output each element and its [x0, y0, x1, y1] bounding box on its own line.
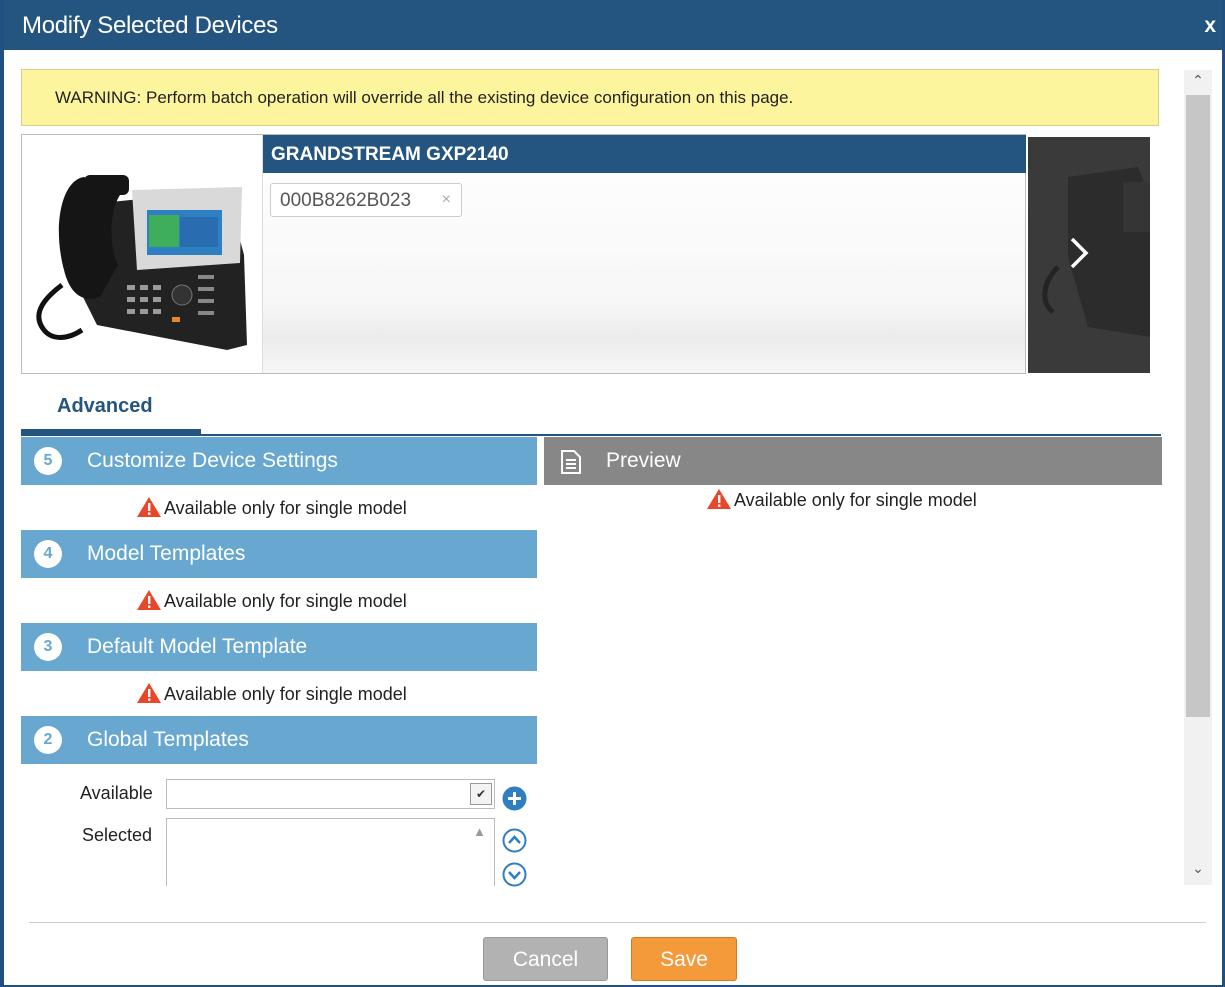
selected-label: Selected — [82, 825, 153, 845]
remove-tag-icon[interactable]: × — [442, 191, 451, 209]
document-icon — [561, 450, 581, 474]
notice-text: Available only for single model — [164, 684, 407, 704]
notice-text: Available only for single model — [734, 490, 977, 510]
device-card: GRANDSTREAM GXP2140 000B8262B023 × — [21, 134, 1026, 374]
warning-text: WARNING: Perform batch operation will ov… — [55, 88, 794, 107]
chevron-right-icon[interactable] — [1060, 233, 1100, 273]
tab-bar: Advanced — [21, 390, 1161, 436]
scroll-up-icon[interactable]: ⌃ — [1184, 72, 1212, 94]
cancel-button[interactable]: Cancel — [483, 937, 608, 981]
step-number: 4 — [34, 540, 62, 568]
close-icon[interactable]: x — [1204, 14, 1216, 38]
available-label: Available — [80, 783, 153, 803]
plus-circle-icon[interactable] — [502, 786, 527, 811]
dialog-titlebar: Modify Selected Devices x — [4, 0, 1222, 50]
model-panel: GRANDSTREAM GXP2140 000B8262B023 × — [262, 135, 1026, 373]
step-number: 5 — [34, 447, 62, 475]
section-title: Customize Device Settings — [87, 449, 338, 472]
list-scroll-up-icon[interactable]: ▲ — [473, 824, 486, 839]
section-title: Default Model Template — [87, 635, 308, 658]
model-header: GRANDSTREAM GXP2140 — [263, 135, 1026, 173]
mac-tag[interactable]: 000B8262B023 × — [270, 183, 462, 217]
section-title: Model Templates — [87, 542, 246, 565]
single-model-notice: Available only for single model — [136, 682, 407, 705]
single-model-notice: Available only for single model — [136, 496, 407, 519]
notice-text: Available only for single model — [164, 591, 407, 611]
footer-divider — [29, 922, 1206, 923]
chevron-up-circle-icon[interactable] — [502, 828, 527, 853]
model-name: GRANDSTREAM GXP2140 — [271, 144, 509, 165]
preview-header[interactable]: Preview — [544, 437, 1162, 485]
step-number: 3 — [34, 633, 62, 661]
warning-triangle-icon — [137, 683, 161, 703]
chevron-down-icon[interactable]: ✔ — [470, 783, 492, 805]
available-templates-select[interactable]: ✔ — [166, 779, 495, 809]
selected-templates-list[interactable]: ▲ — [166, 818, 495, 886]
warning-triangle-icon — [707, 489, 731, 509]
chevron-down-circle-icon[interactable] — [502, 862, 527, 887]
warning-triangle-icon — [137, 497, 161, 517]
notice-text: Available only for single model — [164, 498, 407, 518]
preview-title: Preview — [606, 449, 681, 472]
mac-address: 000B8262B023 — [280, 190, 412, 211]
next-device-panel[interactable] — [1028, 137, 1150, 373]
modify-devices-dialog: Modify Selected Devices x WARNING: Perfo… — [0, 0, 1225, 987]
section-global-templates[interactable]: 2 Global Templates — [21, 716, 537, 764]
warning-banner: WARNING: Perform batch operation will ov… — [21, 69, 1159, 126]
save-button[interactable]: Save — [631, 937, 737, 981]
tab-advanced-label: Advanced — [57, 395, 153, 417]
single-model-notice: Available only for single model — [136, 589, 407, 612]
section-customize-device-settings[interactable]: 5 Customize Device Settings — [21, 437, 537, 485]
scrollbar-thumb[interactable] — [1186, 95, 1210, 717]
tab-advanced[interactable]: Advanced — [21, 390, 201, 434]
section-model-templates[interactable]: 4 Model Templates — [21, 530, 537, 578]
scroll-down-icon[interactable]: ⌄ — [1184, 860, 1212, 882]
phone-image — [22, 135, 261, 373]
section-default-model-template[interactable]: 3 Default Model Template — [21, 623, 537, 671]
step-number: 2 — [34, 726, 62, 754]
dialog-title: Modify Selected Devices — [22, 12, 278, 39]
section-title: Global Templates — [87, 728, 249, 751]
warning-triangle-icon — [137, 590, 161, 610]
preview-notice: Available only for single model — [706, 488, 977, 511]
phone-illustration — [36, 175, 247, 350]
